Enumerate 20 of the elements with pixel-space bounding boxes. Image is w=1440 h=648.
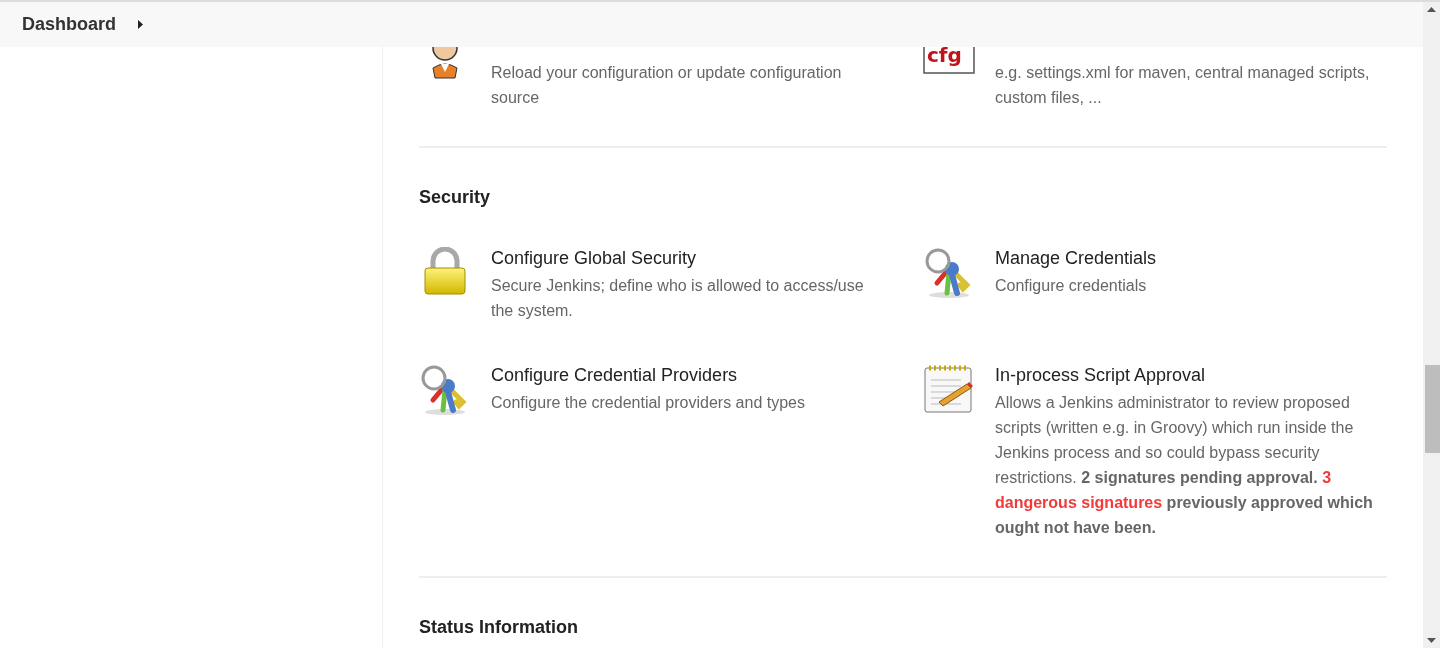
icon-label: cfg (927, 43, 962, 67)
item-description: Reload your configuration or update configuration source (491, 63, 843, 108)
scrollbar-thumb[interactable] (1425, 365, 1440, 453)
padlock-icon (421, 247, 469, 297)
notepad-icon (923, 364, 975, 414)
caret-icon[interactable] (138, 20, 144, 29)
item-title[interactable]: In-process Script Approval (995, 362, 1377, 388)
scroll-up-icon[interactable] (1427, 7, 1436, 12)
item-title[interactable]: Manage Credentials (995, 245, 1377, 271)
item-description: e.g. settings.xml for maven, central managed scripts, custom files, ... (995, 63, 1371, 108)
item-title[interactable]: Configure Global Security (491, 245, 873, 271)
item-description: Allows a Jenkins administrator to review proposed scripts (written e.g. in Groovy) which run inside the Jenkins process and so could bypass security restrictions. 2 signatures pending approval. 3 dangerous signatures previously approved which ought not have been. (995, 393, 1374, 538)
item-description: Configure credentials (995, 276, 1148, 296)
item-description: Configure the credential providers and types (491, 393, 806, 413)
item-description: Secure Jenkins; define who is allowed to access/use the system. (491, 276, 865, 321)
section-heading: Status Information (419, 616, 579, 639)
breadcrumb-link[interactable]: Dashboard (22, 14, 117, 35)
item-title[interactable]: Configure Credential Providers (491, 362, 873, 388)
section-heading: Security (419, 186, 492, 209)
scroll-down-icon[interactable] (1427, 638, 1436, 643)
